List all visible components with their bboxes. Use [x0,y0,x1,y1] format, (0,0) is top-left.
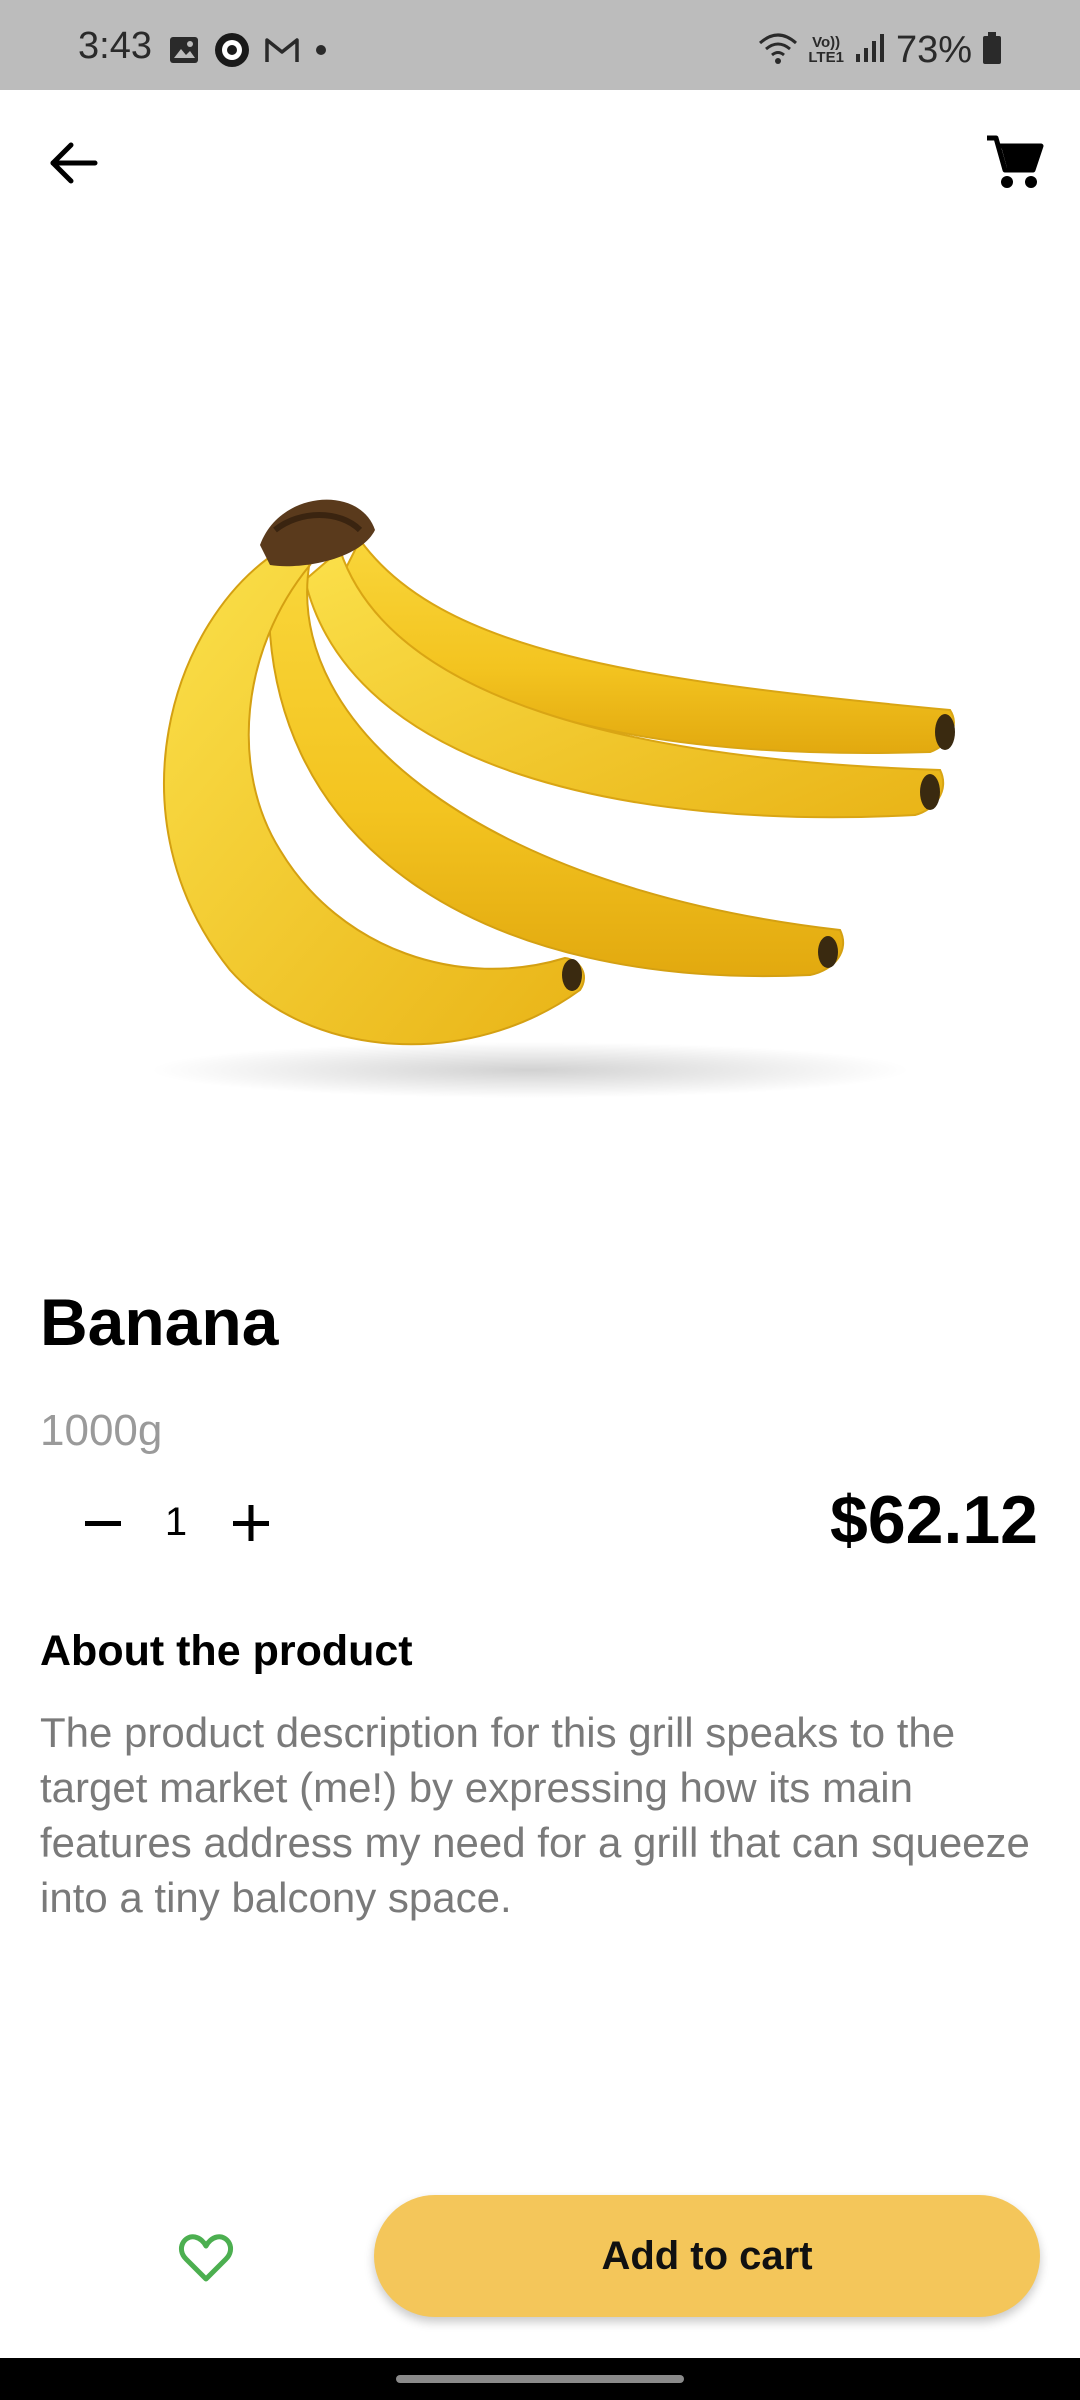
favorite-button[interactable] [170,2225,242,2291]
plus-icon [233,1505,269,1541]
volte-icon: Vo)) LTE1 [808,34,844,66]
image-icon [168,35,200,70]
wifi-icon [758,31,798,70]
shopping-cart-icon [987,135,1044,188]
banana-image [150,499,955,1098]
app-icon [214,32,250,73]
home-gesture-handle[interactable] [396,2375,684,2383]
quantity-value: 1 [164,1500,188,1544]
quantity-increase-button[interactable] [218,1490,284,1556]
minus-icon [85,1521,121,1526]
product-price: $62.12 [830,1482,1038,1558]
gmail-icon [264,35,300,70]
signal-icon [854,32,886,69]
back-button[interactable] [40,130,106,196]
product-detail-screen: 3:43 Vo)) LTE1 73% Banana 1000g 1 $62.12… [0,0,1080,2400]
status-system-icons: Vo)) LTE1 73% [758,30,1002,70]
status-bar: 3:43 Vo)) LTE1 73% [0,0,1080,90]
product-image [110,470,970,1100]
product-weight: 1000g [40,1406,163,1455]
status-notification-icons [168,32,328,70]
about-product-heading: About the product [40,1627,413,1675]
status-time: 3:43 [78,25,152,67]
heart-icon [179,2234,233,2282]
dot-icon [314,43,328,62]
product-title: Banana [40,1285,279,1359]
add-to-cart-button[interactable]: Add to cart [374,2195,1040,2317]
quantity-decrease-button[interactable] [70,1490,136,1556]
arrow-left-icon [50,142,98,184]
battery-icon [982,31,1002,70]
system-nav-bar [0,2358,1080,2400]
cart-button[interactable] [980,128,1050,198]
about-product-description: The product description for this grill s… [40,1709,1030,1921]
battery-percentage: 73% [895,29,972,71]
